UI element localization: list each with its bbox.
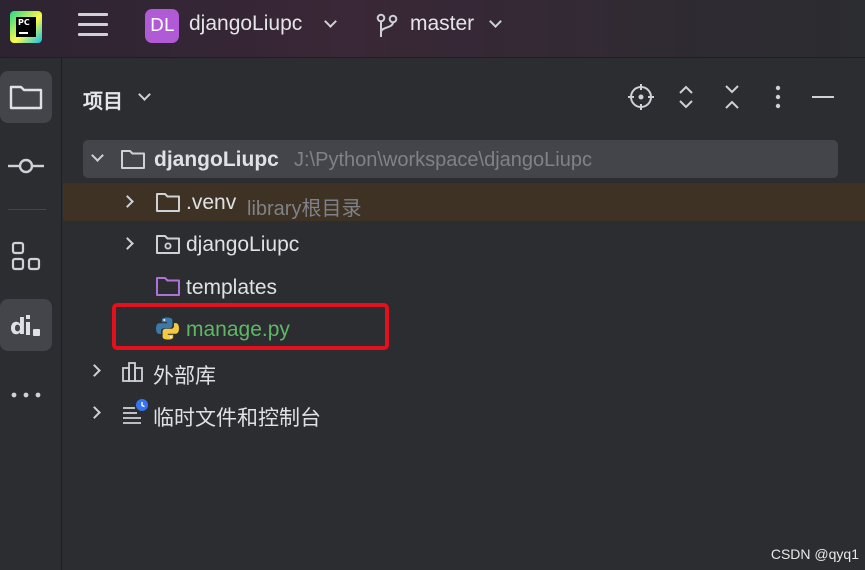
chevron-right-icon[interactable] <box>88 406 101 419</box>
locate-icon[interactable] <box>626 82 656 112</box>
svg-text:d: d <box>10 315 26 340</box>
project-name: djangoLiupc <box>189 12 303 35</box>
external-libraries-label: 外部库 <box>153 365 216 388</box>
more-tools-button[interactable] <box>0 368 52 420</box>
title-bar: PC DL djangoLiupc master <box>0 0 865 58</box>
tree-row-templates[interactable]: templates <box>63 267 865 305</box>
more-icon <box>11 392 41 398</box>
templates-name: templates <box>186 276 278 299</box>
chevron-down-icon[interactable] <box>138 88 151 101</box>
expand-all-icon[interactable] <box>671 82 701 112</box>
divider <box>8 209 46 210</box>
django-icon: d <box>10 315 40 340</box>
root-name: djangoLiupc <box>154 148 279 171</box>
tree-row-external-libraries[interactable]: 外部库 <box>63 352 865 390</box>
chevron-right-icon[interactable] <box>121 195 134 208</box>
tree-row-scratches[interactable]: 临时文件和控制台 <box>63 394 865 432</box>
commit-tool-button[interactable] <box>0 140 52 192</box>
tree-row-package[interactable]: djangoLiupc <box>63 225 865 263</box>
main-menu-button[interactable] <box>78 13 108 39</box>
library-icon <box>122 362 143 382</box>
more-vertical-icon[interactable] <box>763 82 793 112</box>
scratches-label: 临时文件和控制台 <box>153 407 321 430</box>
collapse-all-icon[interactable] <box>717 82 747 112</box>
project-badge: DL <box>145 9 179 43</box>
pycharm-logo-icon[interactable]: PC <box>10 11 42 43</box>
tree-row-venv[interactable]: .venv library根目录 <box>63 183 865 221</box>
branch-name: master <box>410 12 475 35</box>
folder-icon <box>156 193 180 212</box>
structure-tool-button[interactable] <box>0 230 52 282</box>
highlight-annotation-box <box>112 303 389 350</box>
templates-folder-icon <box>156 277 180 296</box>
folder-icon <box>9 85 43 110</box>
scratches-icon <box>123 399 148 424</box>
package-name: djangoLiupc <box>186 233 300 256</box>
panel-title[interactable]: 项目 <box>83 85 123 114</box>
django-tool-button[interactable]: d <box>0 299 52 351</box>
venv-name: .venv <box>186 191 237 214</box>
logo-text: PC <box>16 17 36 37</box>
watermark: CSDN @qyq1 <box>770 546 859 562</box>
root-path: J:\Python\workspace\djangoLiupc <box>294 149 592 171</box>
git-branch-icon <box>376 13 398 37</box>
tool-window-strip: d <box>0 58 62 570</box>
chevron-right-icon[interactable] <box>88 364 101 377</box>
tree-row-root[interactable]: djangoLiupc J:\Python\workspace\djangoLi… <box>83 140 838 178</box>
venv-hint: library根目录 <box>247 198 362 220</box>
project-tool-button[interactable] <box>0 71 52 123</box>
commit-icon <box>8 158 44 174</box>
chevron-right-icon[interactable] <box>121 237 134 250</box>
folder-icon <box>121 150 145 169</box>
chevron-down-icon[interactable] <box>91 149 104 162</box>
package-folder-icon <box>156 235 180 254</box>
minimize-icon[interactable] <box>808 82 838 112</box>
structure-icon <box>11 241 41 271</box>
